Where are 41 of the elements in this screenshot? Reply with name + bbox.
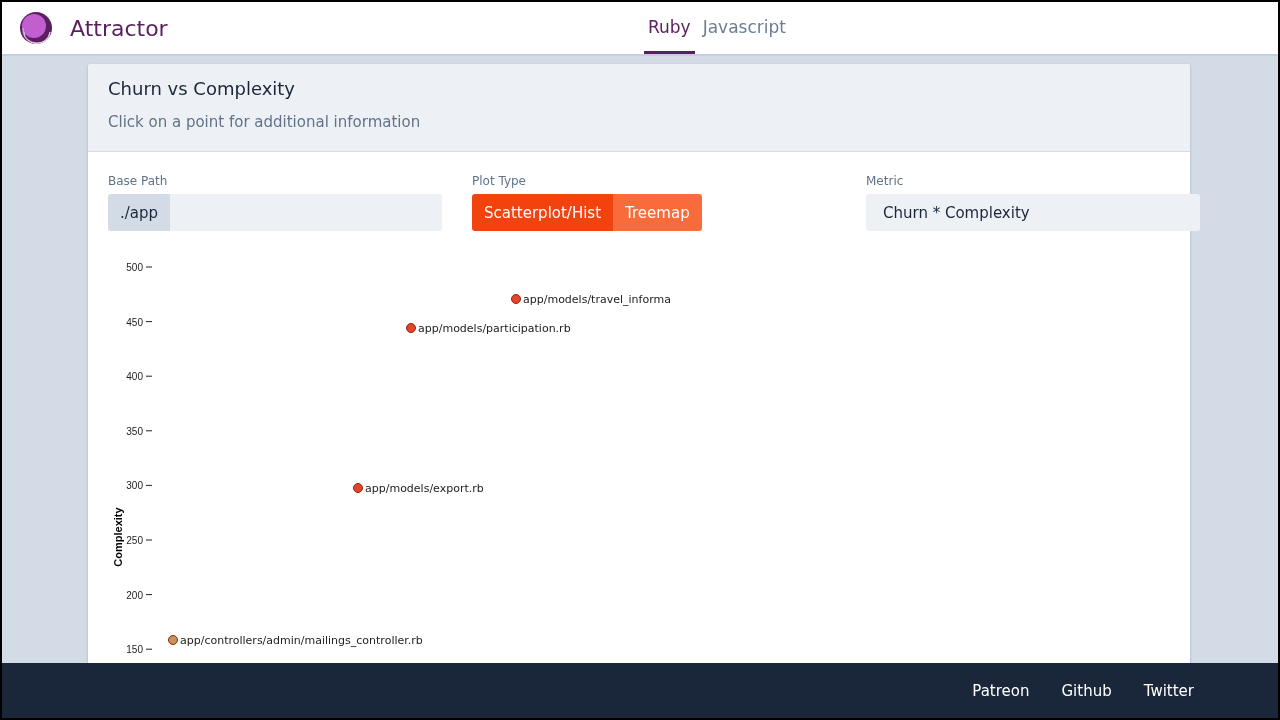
tick-mark (145, 539, 153, 541)
data-point[interactable] (511, 294, 521, 304)
y-axis-label: Complexity (112, 507, 124, 567)
language-tab[interactable]: Javascript (698, 2, 790, 54)
field-label: Plot Type (472, 174, 527, 188)
tick-mark (145, 430, 153, 432)
y-tick-label: 300 (126, 480, 143, 492)
data-point[interactable] (406, 323, 416, 333)
metric-select[interactable]: Churn * Complexity (866, 194, 1200, 231)
data-point[interactable] (353, 483, 363, 493)
card-title: Churn vs Complexity (108, 78, 296, 99)
y-tick-label: 350 (126, 425, 143, 437)
footer-link[interactable]: Patreon (972, 681, 1030, 700)
data-point[interactable] (168, 635, 178, 645)
point-label: app/models/export.rb (365, 482, 484, 495)
tick-mark (145, 594, 153, 596)
tick-mark (145, 375, 153, 377)
app-title: Attractor (70, 15, 168, 41)
y-tick-label: 200 (126, 589, 143, 601)
y-tick-label: 500 (126, 262, 143, 273)
language-tab[interactable]: Ruby (644, 2, 695, 54)
plot-type-button[interactable]: Scatterplot/Hist (472, 194, 614, 231)
path-prefix: ./app (108, 194, 171, 231)
card-subtitle: Click on a point for additional information (108, 113, 422, 131)
y-tick-label: 400 (126, 371, 143, 383)
tick-mark (145, 648, 153, 650)
y-tick-label: 450 (126, 316, 143, 328)
tick-mark (145, 484, 153, 486)
footer-link[interactable]: Github (1061, 681, 1112, 700)
point-label: app/controllers/admin/mailings_controller.rb (180, 634, 423, 647)
y-tick-label: 150 (126, 644, 143, 656)
point-label: app/models/participation.rb (418, 322, 571, 335)
base-path-field[interactable]: ./app (108, 194, 442, 231)
logo-icon (18, 10, 54, 46)
field-label: Metric (866, 174, 905, 188)
tick-mark (145, 321, 153, 323)
footer-link[interactable]: Twitter (1143, 681, 1194, 700)
tick-mark (145, 266, 153, 268)
point-label: app/models/travel_informa (523, 293, 671, 306)
field-label: Base Path (108, 174, 169, 188)
y-tick-label: 250 (126, 535, 143, 546)
